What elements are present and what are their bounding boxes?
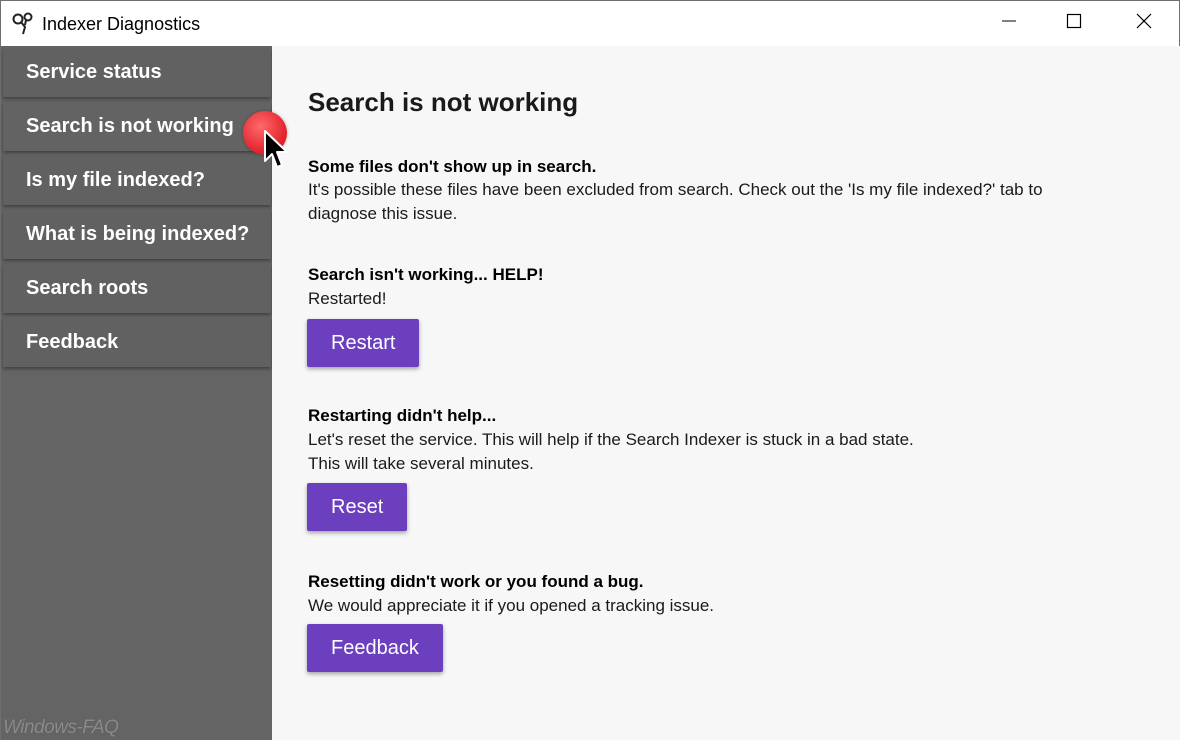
sidebar-item-label: Search roots bbox=[26, 277, 149, 299]
section-text-line: This will take several minutes. bbox=[308, 454, 534, 473]
section-text-line: Let's reset the service. This will help … bbox=[308, 430, 914, 449]
reset-button[interactable]: Reset bbox=[307, 483, 408, 531]
section-heading: Restarting didn't help... bbox=[308, 406, 497, 425]
sidebar-item-label: Is my file indexed? bbox=[26, 169, 205, 191]
section-text-line: diagnose this issue. bbox=[308, 204, 458, 223]
section-heading: Resetting didn't work or you found a bug… bbox=[308, 572, 644, 591]
sidebar-item-label: Search is not working bbox=[26, 115, 234, 137]
restart-button[interactable]: Restart bbox=[307, 319, 420, 367]
status-text: Restarted! bbox=[308, 289, 387, 308]
sidebar-item-service-status[interactable]: Service status bbox=[3, 48, 271, 97]
section-text: Let's reset the service. This will help … bbox=[308, 428, 1108, 476]
sidebar-item-feedback[interactable]: Feedback bbox=[3, 318, 271, 367]
section-text-line: It's possible these files have been excl… bbox=[308, 180, 1043, 199]
sidebar-item-search-roots[interactable]: Search roots bbox=[3, 264, 271, 313]
minimize-icon bbox=[1001, 13, 1017, 34]
maximize-button[interactable] bbox=[1051, 1, 1097, 46]
sidebar-item-label: Service status bbox=[26, 61, 162, 83]
page-title: Search is not working bbox=[308, 87, 579, 117]
window-title: Indexer Diagnostics bbox=[42, 14, 201, 34]
app-logo-icon bbox=[11, 11, 37, 35]
watermark: Windows-FAQ bbox=[3, 717, 119, 738]
close-icon bbox=[1136, 13, 1152, 34]
sidebar-item-label: What is being indexed? bbox=[26, 223, 250, 245]
sidebar: Service status Search is not working Is … bbox=[1, 46, 272, 740]
title-bar[interactable]: Indexer Diagnostics bbox=[1, 1, 1179, 46]
main-content: Search is not working Some files don't s… bbox=[272, 46, 1180, 740]
sidebar-item-is-my-file-indexed[interactable]: Is my file indexed? bbox=[3, 156, 271, 205]
close-button[interactable] bbox=[1121, 1, 1167, 46]
mouse-pointer-icon bbox=[263, 129, 289, 173]
section-heading: Some files don't show up in search. bbox=[308, 157, 597, 176]
sidebar-item-label: Feedback bbox=[26, 331, 119, 353]
app-window: Indexer Diagnostics Service status Searc… bbox=[0, 0, 1180, 740]
sidebar-item-what-is-being-indexed[interactable]: What is being indexed? bbox=[3, 210, 271, 259]
feedback-button[interactable]: Feedback bbox=[307, 624, 443, 672]
maximize-icon bbox=[1066, 13, 1082, 34]
minimize-button[interactable] bbox=[986, 1, 1032, 46]
sidebar-item-search-not-working[interactable]: Search is not working bbox=[3, 102, 271, 151]
section-heading: Search isn't working... HELP! bbox=[308, 265, 544, 284]
section-text: It's possible these files have been excl… bbox=[308, 178, 1108, 226]
section-text: We would appreciate it if you opened a t… bbox=[308, 596, 715, 615]
